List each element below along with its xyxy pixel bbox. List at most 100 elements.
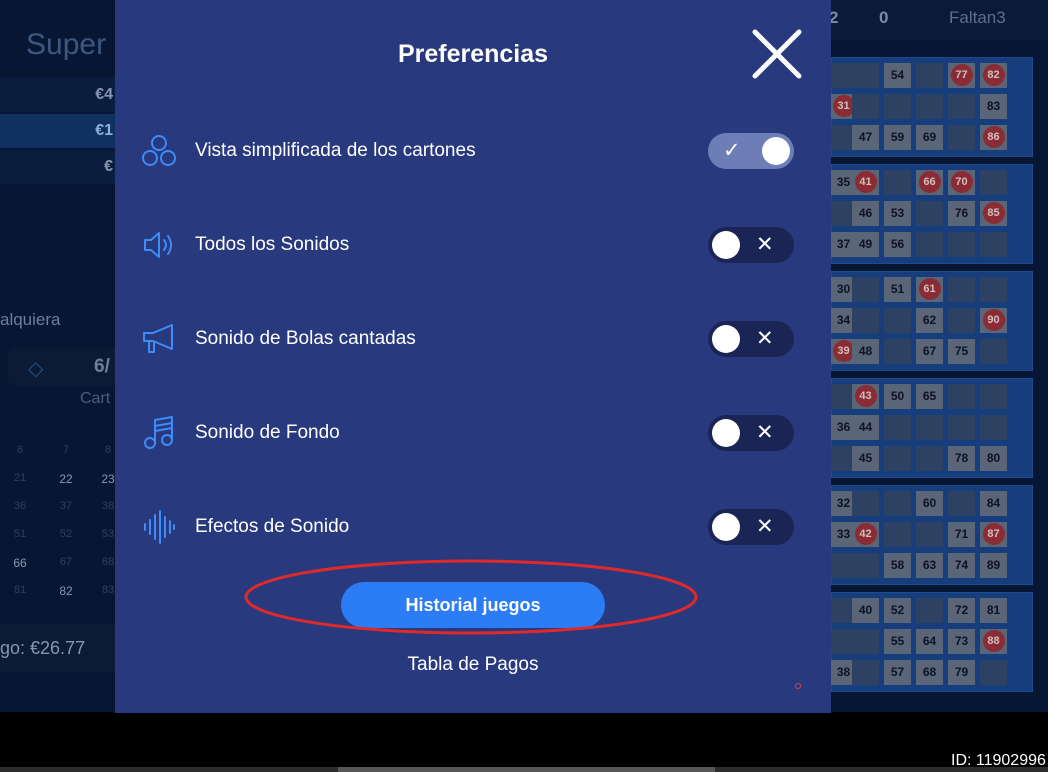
card-cell (916, 232, 943, 257)
called-ball: 88 (982, 630, 1005, 652)
bingo-card: 30 51 61 34 62 90 39 48 67 75 (830, 271, 1033, 371)
card-cell: 41 (852, 170, 879, 195)
card-cell: 67 (916, 339, 943, 364)
card-cell (948, 415, 975, 440)
toggle-knob (712, 231, 740, 259)
board-number: 82 (59, 584, 73, 598)
card-cell: 46 (852, 201, 879, 226)
horizontal-scrollbar[interactable] (0, 767, 1048, 772)
card-cell: 62 (916, 308, 943, 333)
pref-row-background-sound: Sonido de Fondo ✕ (115, 403, 831, 463)
card-cell: 71 (948, 522, 975, 547)
card-cell (852, 63, 879, 88)
card-cell: 76 (948, 201, 975, 226)
card-cell: 86 (980, 125, 1007, 150)
toggle-sound-effects[interactable]: ✕ (708, 509, 794, 545)
card-cell (884, 415, 911, 440)
card-cell (852, 491, 879, 516)
card-cell: 58 (884, 553, 911, 578)
card-cell: 81 (980, 598, 1007, 623)
pay-table-link[interactable]: Tabla de Pagos (115, 654, 831, 676)
card-cell: 52 (884, 598, 911, 623)
card-cell: 80 (980, 446, 1007, 471)
bottom-bar (0, 712, 1048, 772)
card-cell: 68 (916, 660, 943, 685)
card-cell: 42 (852, 522, 879, 547)
board-number: 81 (13, 584, 27, 596)
card-cell: 73 (948, 629, 975, 654)
card-cell: 63 (916, 553, 943, 578)
close-button[interactable] (749, 26, 805, 82)
preferences-modal: Preferencias Vista simplificada de los c… (115, 0, 831, 713)
card-cell: 48 (852, 339, 879, 364)
card-cell: 40 (852, 598, 879, 623)
close-icon (752, 29, 802, 79)
called-ball: 85 (982, 202, 1005, 224)
toggle-knob (712, 325, 740, 353)
pref-row-sound-effects: Efectos de Sonido ✕ (115, 497, 831, 557)
card-cell (980, 384, 1007, 409)
card-cell: 90 (980, 308, 1007, 333)
any-label: alquiera (0, 310, 61, 329)
top-status-bar (831, 0, 1048, 40)
called-ball: 61 (918, 278, 941, 300)
card-cell (916, 522, 943, 547)
pref-label: Todos los Sonidos (195, 234, 350, 255)
board-number: 6 (16, 444, 24, 456)
card-cell (948, 125, 975, 150)
bingo-card: 35 41 66 70 46 53 76 85 37 49 56 (830, 164, 1033, 264)
number-board: 6 7 8 21 22 23 36 37 38 51 52 53 66 67 68 81 82 83 (0, 440, 115, 600)
card-cell (884, 94, 911, 119)
card-cell: 64 (916, 629, 943, 654)
prize-row: €4 (0, 78, 115, 112)
board-number: 37 (59, 500, 73, 512)
board-number: 7 (62, 444, 70, 456)
toggle-simplified-view[interactable]: ✓ (708, 133, 794, 169)
game-title: Super (26, 28, 107, 61)
x-icon: ✕ (756, 232, 774, 256)
pref-label: Sonido de Fondo (195, 422, 340, 443)
card-cell (948, 384, 975, 409)
board-number: 52 (59, 528, 73, 540)
bingo-card: 43 50 65 36 44 45 78 80 (830, 378, 1033, 478)
prize-row: € (0, 150, 115, 184)
scrollbar-thumb[interactable] (338, 767, 715, 772)
card-cell: 44 (852, 415, 879, 440)
card-cell (980, 660, 1007, 685)
card-cell (948, 277, 975, 302)
card-cell: 83 (980, 94, 1007, 119)
card-cell: 87 (980, 522, 1007, 547)
remaining-label: Faltan3 (949, 8, 1006, 27)
toggle-knob (712, 419, 740, 447)
card-cell: 85 (980, 201, 1007, 226)
toggle-background-sound[interactable]: ✕ (708, 415, 794, 451)
pref-label: Sonido de Bolas cantadas (195, 328, 416, 349)
pref-row-simplified-view: Vista simplificada de los cartones ✓ (115, 121, 831, 181)
card-cell (852, 629, 879, 654)
toggle-all-sounds[interactable]: ✕ (708, 227, 794, 263)
pref-label: Vista simplificada de los cartones (195, 140, 476, 161)
modal-title: Preferencias (397, 40, 549, 68)
toggle-ball-sound[interactable]: ✕ (708, 321, 794, 357)
check-icon: ✓ (723, 138, 741, 162)
card-cell: 77 (948, 63, 975, 88)
card-cell (884, 339, 911, 364)
card-cell: 79 (948, 660, 975, 685)
cards-label: Cart (80, 390, 111, 407)
board-number: 22 (59, 472, 73, 486)
card-cell: 89 (980, 553, 1007, 578)
card-cell: 57 (884, 660, 911, 685)
board-number: 36 (13, 500, 27, 512)
card-cell: 59 (884, 125, 911, 150)
card-cell: 56 (884, 232, 911, 257)
card-cell (852, 94, 879, 119)
pref-row-ball-sound: Sonido de Bolas cantadas ✕ (115, 309, 831, 369)
card-cell: 78 (948, 446, 975, 471)
circles-icon (141, 133, 177, 169)
history-button[interactable]: Historial juegos (341, 582, 605, 628)
board-number: 51 (13, 528, 27, 540)
card-cell: 60 (916, 491, 943, 516)
annotation-dot (795, 683, 801, 689)
card-cell (884, 308, 911, 333)
card-cell (916, 94, 943, 119)
